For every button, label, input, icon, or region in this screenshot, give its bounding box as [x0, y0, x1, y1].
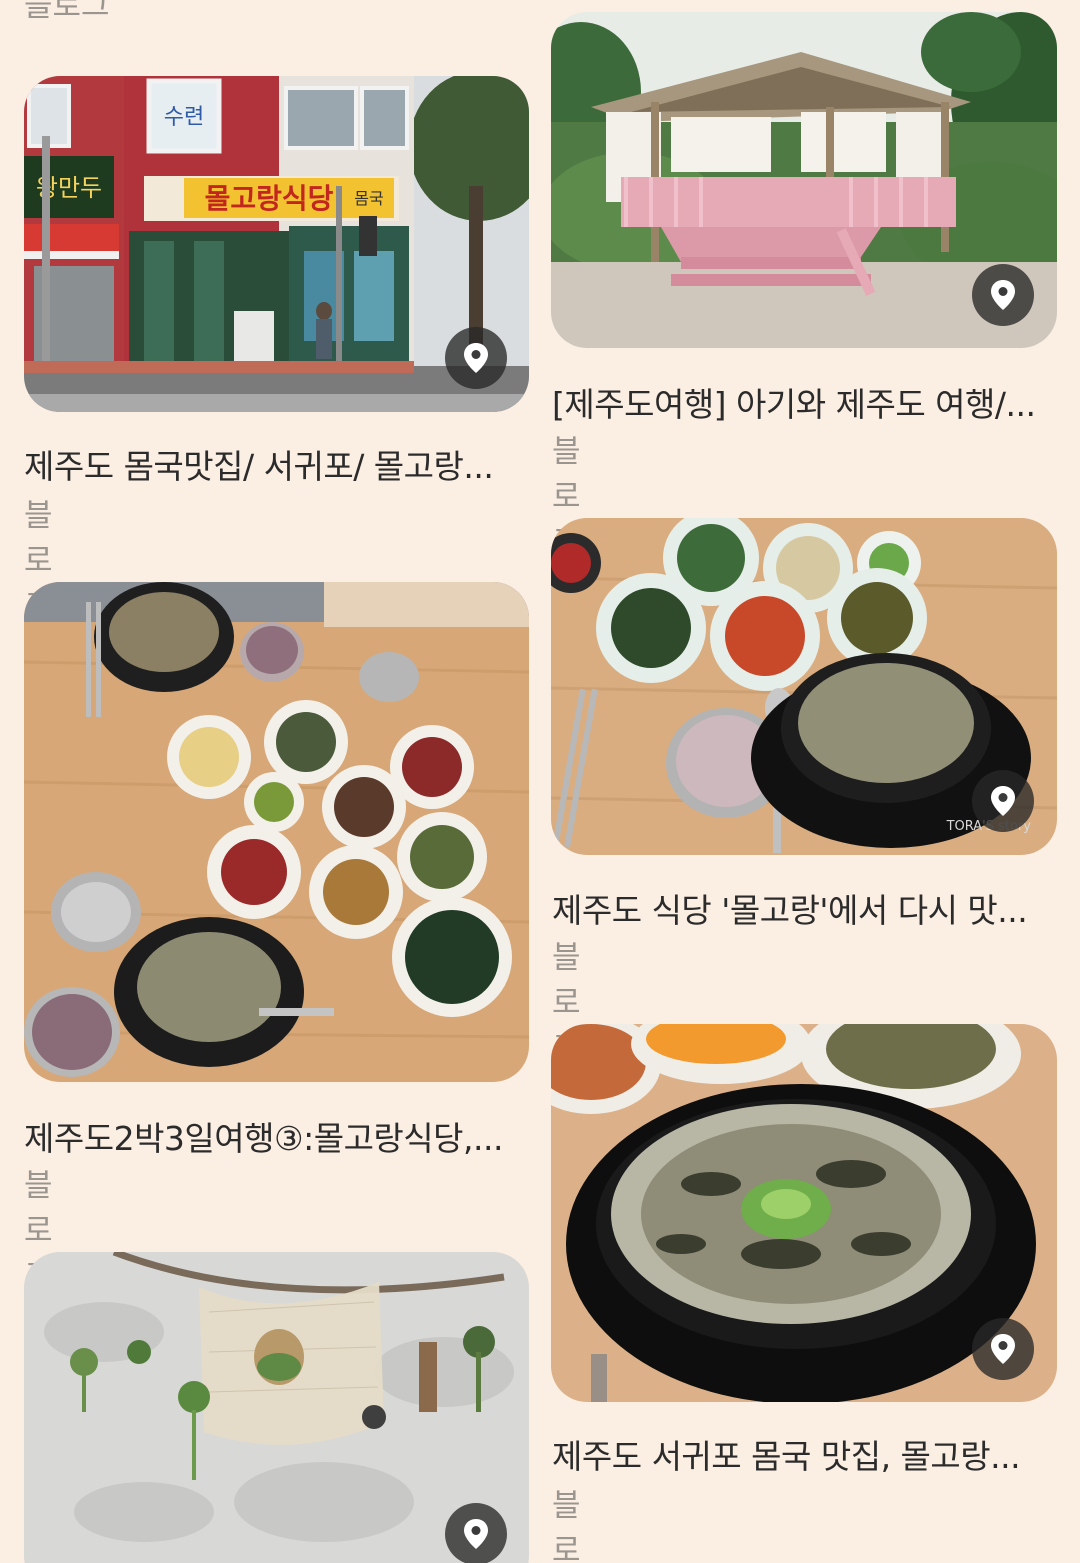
card-title[interactable]: 제주도 몸국맛집/ 서귀포/ 몰고랑...	[24, 440, 524, 488]
main-sign-text: 몰고랑식당	[205, 182, 334, 215]
card-title[interactable]: 제주도2박3일여행③:몰고랑식당,...	[24, 1112, 524, 1160]
result-thumbnail[interactable]	[551, 1024, 1057, 1402]
location-pin-button[interactable]	[972, 1318, 1034, 1380]
location-pin-button[interactable]	[972, 264, 1034, 326]
window-sign: 수련	[164, 105, 204, 130]
location-pin-icon	[991, 280, 1015, 310]
sub-sign-text: 몸국	[354, 189, 383, 208]
card-title[interactable]: 제주도 서귀포 몸국 맛집, 몰고랑...	[552, 1430, 1052, 1478]
result-thumbnail[interactable]	[551, 12, 1057, 348]
result-thumbnail[interactable]: 수련 왕만두 몰고랑식당 몸국	[24, 76, 529, 412]
location-pin-button[interactable]	[972, 770, 1034, 832]
location-pin-button[interactable]	[445, 1503, 507, 1563]
card-title[interactable]: [제주도여행] 아기와 제주도 여행/...	[552, 378, 1052, 426]
card-title[interactable]: 제주도 식당 '몰고랑'에서 다시 맛...	[552, 884, 1052, 932]
table-meal-photo	[24, 582, 529, 1082]
card-source: 블로그	[552, 1488, 581, 1563]
location-pin-icon	[464, 343, 488, 373]
result-thumbnail[interactable]	[24, 1252, 529, 1563]
result-thumbnail[interactable]	[24, 582, 529, 1082]
location-pin-icon	[991, 786, 1015, 816]
location-pin-button[interactable]	[445, 327, 507, 389]
card-source: 블로그	[24, 0, 110, 24]
search-results-grid: 블로그 수련 왕만두 몰고랑식당 몸국 제주도 몸국맛집/ 서귀포/ 몰고랑..…	[0, 0, 1080, 1563]
result-thumbnail[interactable]: TORA'S story	[551, 518, 1057, 855]
location-pin-icon	[464, 1519, 488, 1549]
location-pin-icon	[991, 1334, 1015, 1364]
